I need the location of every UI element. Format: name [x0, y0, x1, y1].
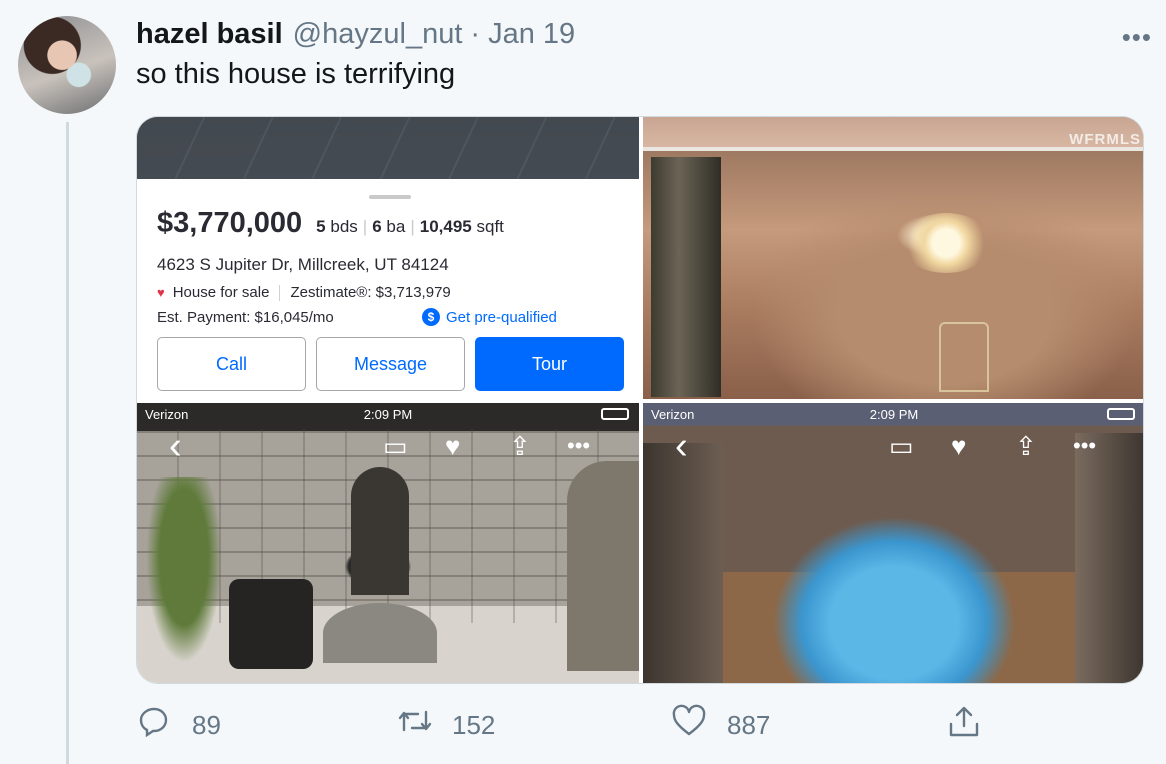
- facts-divider: |: [362, 217, 368, 236]
- drag-handle: [369, 195, 411, 199]
- estimated-payment: Est. Payment: $16,045/mo: [157, 309, 334, 326]
- watermark: WFRMLS: [1069, 131, 1141, 148]
- rock-wall: [1075, 433, 1143, 683]
- media-grid: $3,770,000 5 bds | 6 ba | 10,495 sqft 46…: [136, 116, 1144, 684]
- heart-icon: ♥: [445, 431, 461, 461]
- heart-icon: ♥: [157, 285, 165, 300]
- message-button[interactable]: Message: [316, 337, 465, 391]
- battery-icon: [1107, 408, 1135, 420]
- arched-gate: [351, 467, 409, 595]
- wooden-door: [651, 157, 721, 397]
- phone-status-bar: Verizon 2:09 PM: [137, 403, 639, 423]
- share-button[interactable]: [946, 704, 1002, 748]
- listing-facts: 5 bds | 6 ba | 10,495 sqft: [316, 217, 504, 237]
- photo-castle-room[interactable]: Verizon 2:09 PM ‹ ▭ ♥ ⇪ •••: [137, 403, 639, 683]
- back-chevron-icon: ‹: [675, 425, 688, 467]
- photo-toolbar: ‹ ▭ ♥ ⇪ •••: [137, 425, 639, 467]
- more-icon: •••: [1073, 433, 1097, 458]
- tweet-date[interactable]: Jan 19: [488, 18, 575, 51]
- photo-grotto-pool[interactable]: Verizon 2:09 PM ‹ ▭ ♥ ⇪ •••: [643, 403, 1143, 683]
- share-icon: [946, 704, 982, 748]
- zestimate: Zestimate®: $3,713,979: [290, 284, 451, 301]
- dollar-icon: $: [422, 308, 440, 326]
- separator-dot: ·: [470, 18, 481, 50]
- heart-icon: ♥: [951, 431, 967, 461]
- baths-unit: ba: [386, 217, 406, 236]
- thread-line: [66, 122, 69, 764]
- wooden-door: [567, 461, 639, 671]
- carrier-label: Verizon: [651, 407, 695, 422]
- divider: [279, 284, 281, 301]
- listing-price: $3,770,000: [157, 207, 303, 239]
- tweet-text: so this house is terrifying: [136, 58, 456, 90]
- reply-icon: [136, 704, 172, 746]
- sqft-unit: sqft: [476, 217, 504, 236]
- clock: 2:09 PM: [869, 407, 919, 422]
- round-steps: [323, 603, 437, 663]
- status-row: ♥ House for sale Zestimate®: $3,713,979: [157, 284, 451, 301]
- like-button[interactable]: 887: [671, 704, 770, 746]
- floor-image: [137, 117, 639, 179]
- photo-cave-room[interactable]: WFRMLS: [643, 117, 1143, 399]
- reply-button[interactable]: 89: [136, 704, 221, 746]
- battery-icon: [601, 408, 629, 420]
- tweet-actions: 89 152 887: [136, 704, 1144, 744]
- plant: [141, 477, 227, 677]
- prequal-link[interactable]: $ Get pre-qualified: [422, 308, 557, 326]
- user-handle[interactable]: @hayzul_nut: [293, 18, 463, 51]
- beds-unit: bds: [330, 217, 358, 236]
- reply-count: 89: [192, 709, 221, 740]
- avatar[interactable]: [18, 16, 116, 114]
- like-count: 887: [727, 709, 771, 740]
- retweet-button[interactable]: 152: [396, 704, 495, 746]
- facts-divider: |: [410, 217, 415, 236]
- back-chevron-icon: ‹: [169, 425, 182, 467]
- phone-status-bar: Verizon 2:09 PM: [643, 403, 1143, 423]
- tweet-header: hazel basil @hayzul_nut · Jan 19: [136, 18, 575, 54]
- listing-address: 4623 S Jupiter Dr, Millcreek, UT 84124: [157, 255, 449, 274]
- price-row: $3,770,000 5 bds | 6 ba | 10,495 sqft: [157, 207, 504, 240]
- baths-count: 6: [372, 217, 382, 236]
- comment-icon: ▭: [383, 431, 408, 461]
- carrier-label: Verizon: [145, 407, 189, 422]
- share-icon: ⇪: [1015, 431, 1037, 461]
- display-name[interactable]: hazel basil: [136, 18, 283, 51]
- tour-button[interactable]: Tour: [475, 337, 624, 391]
- sqft-count: 10,495: [419, 217, 472, 236]
- heart-icon: [671, 704, 707, 746]
- beds-count: 5: [316, 217, 326, 236]
- photo-listing-card[interactable]: $3,770,000 5 bds | 6 ba | 10,495 sqft 46…: [137, 117, 639, 399]
- share-icon: ⇪: [509, 431, 531, 461]
- prequal-label: Get pre-qualified: [446, 308, 557, 326]
- retweet-icon: [396, 704, 432, 746]
- call-button[interactable]: Call: [157, 337, 306, 391]
- clock: 2:09 PM: [363, 407, 413, 422]
- leather-chair: [229, 579, 313, 669]
- listing-status: House for sale: [172, 284, 270, 301]
- retweet-count: 152: [452, 709, 496, 740]
- listing-card: $3,770,000 5 bds | 6 ba | 10,495 sqft 46…: [137, 179, 639, 399]
- photo-toolbar: ‹ ▭ ♥ ⇪ •••: [643, 425, 1143, 467]
- chandelier: [901, 213, 991, 273]
- more-icon: •••: [567, 433, 591, 458]
- wine-rack: [939, 322, 989, 392]
- comment-icon: ▭: [889, 431, 914, 461]
- contact-buttons: Call Message Tour: [157, 337, 624, 391]
- rock-wall: [643, 443, 723, 683]
- more-icon[interactable]: •••: [1122, 22, 1152, 53]
